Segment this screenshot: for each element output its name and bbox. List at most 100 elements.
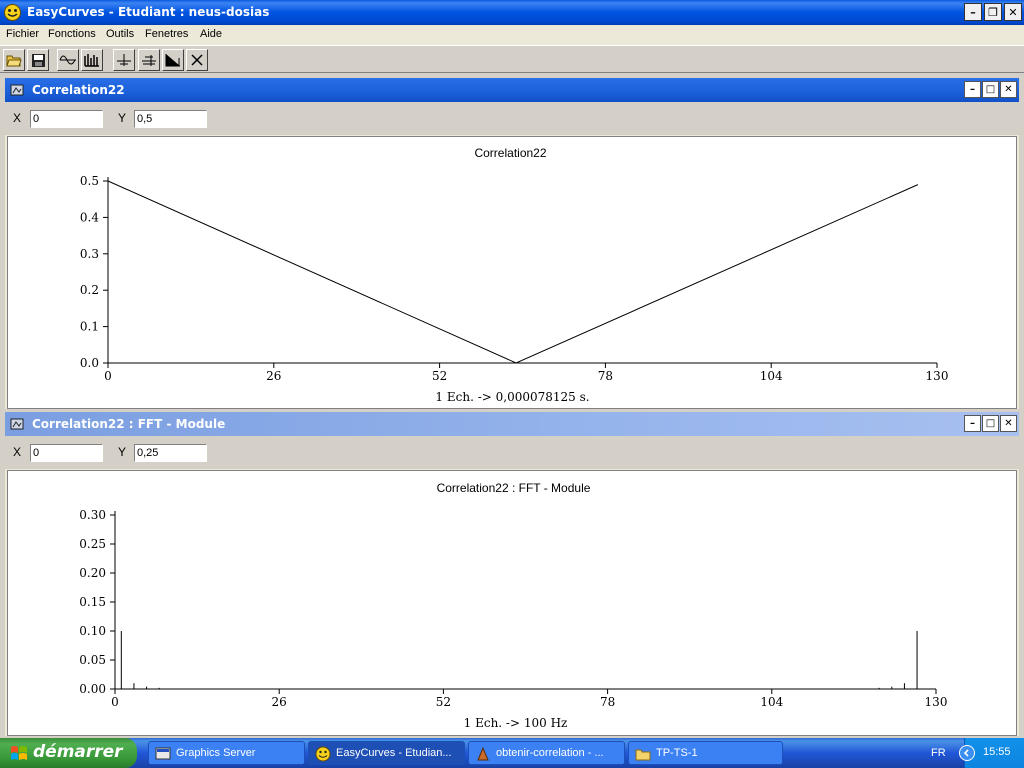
start-button[interactable]: démarrer <box>0 738 137 768</box>
task-easycurves[interactable]: EasyCurves - Etudian... <box>308 741 465 765</box>
cursor2-button[interactable] <box>138 49 160 71</box>
menu-outils[interactable]: Outils <box>106 28 134 40</box>
y-tick-label: 0.0 <box>80 356 99 370</box>
menu-fenetres[interactable]: Fenetres <box>145 28 188 40</box>
window-title: Correlation22 : FFT - Module <box>32 417 226 431</box>
y-input[interactable] <box>134 110 207 128</box>
fft-window-titlebar[interactable]: Correlation22 : FFT - Module – □ ✕ <box>5 412 1019 436</box>
save-button[interactable] <box>27 49 49 71</box>
save-icon <box>31 53 45 67</box>
start-label: démarrer <box>33 742 123 762</box>
easycurves-icon <box>315 746 331 762</box>
taskbar: démarrer Graphics Server EasyCurves - Et… <box>0 738 1024 768</box>
maximize-button[interactable]: □ <box>982 415 999 432</box>
x-tick-label: 130 <box>926 369 949 383</box>
y-tick-label: 0.05 <box>79 653 106 667</box>
app-title: EasyCurves - Etudiant : neus-dosias <box>27 5 270 19</box>
language-indicator[interactable]: FR <box>931 747 946 759</box>
y-tick-label: 0.00 <box>79 682 106 696</box>
task-label: Graphics Server <box>176 747 256 759</box>
task-scilab[interactable]: obtenir-correlation - ... <box>468 741 625 765</box>
x-label: X <box>13 445 22 459</box>
window-icon <box>10 418 24 430</box>
y-tick-label: 0.20 <box>79 566 106 580</box>
close-window-button[interactable] <box>186 49 208 71</box>
chart-title: Correlation22 <box>474 146 546 160</box>
menu-fonctions[interactable]: Fonctions <box>48 28 96 40</box>
app-titlebar: EasyCurves - Etudiant : neus-dosias – ❐ … <box>0 0 1024 25</box>
correlation-chart: Correlation22 0 26 52 78 104 130 0.0 0.1 0.2 0.3 0.… <box>80 146 949 404</box>
y-label: Y <box>118 111 127 125</box>
clock: 15:55 <box>983 746 1011 758</box>
cursor2-icon <box>142 55 156 66</box>
x-input[interactable] <box>30 444 103 462</box>
signal-button[interactable] <box>57 49 79 71</box>
folder-icon <box>635 749 651 761</box>
x-label: X <box>13 111 22 125</box>
chevron-left-icon <box>963 749 969 757</box>
x-tick-label: 0 <box>111 695 119 709</box>
close-button[interactable]: ✕ <box>1004 3 1022 21</box>
fft-plot: Correlation22 : FFT - Module 0 26 52 78 104 13… <box>7 470 1017 736</box>
correlation-plot: Correlation22 0 26 52 78 104 130 0.0 0.1 0.2 0.3 0.… <box>7 136 1017 409</box>
close-icon <box>191 54 203 66</box>
cursor-icon <box>117 54 131 66</box>
comb-icon <box>84 54 99 67</box>
y-tick-label: 0.1 <box>80 320 99 334</box>
y-label: Y <box>118 445 127 459</box>
y-input[interactable] <box>134 444 207 462</box>
menu-bar: Fichier Fonctions Outils Fenetres Aide <box>0 25 1024 45</box>
minimize-button[interactable]: – <box>964 3 982 21</box>
x-tick-label: 0 <box>104 369 112 383</box>
close-button[interactable]: ✕ <box>1000 415 1017 432</box>
toolbar <box>0 45 1024 73</box>
menu-fichier[interactable]: Fichier <box>6 28 39 40</box>
coordinate-bar: X Y <box>5 102 1019 135</box>
x-tick-label: 26 <box>266 369 281 383</box>
window-title: Correlation22 <box>32 83 125 97</box>
x-tick-label: 78 <box>600 695 615 709</box>
open-icon <box>6 55 22 67</box>
x-axis-label: 1 Ech. -> 0,000078125 s. <box>435 390 589 404</box>
show-hidden-icons-button[interactable] <box>959 745 975 761</box>
spectrum-icon <box>165 54 180 67</box>
series-line <box>107 180 919 364</box>
restore-button[interactable]: ❐ <box>984 3 1002 21</box>
y-tick-label: 0.15 <box>79 595 106 609</box>
close-button[interactable]: ✕ <box>1000 81 1017 98</box>
scilab-icon <box>477 746 489 761</box>
spectrum-button[interactable] <box>162 49 184 71</box>
open-button[interactable] <box>3 49 25 71</box>
task-label: obtenir-correlation - ... <box>496 747 604 759</box>
minimize-button[interactable]: – <box>964 415 981 432</box>
maximize-button[interactable]: □ <box>982 81 999 98</box>
y-tick-label: 0.25 <box>79 537 106 551</box>
x-tick-label: 104 <box>760 695 783 709</box>
x-input[interactable] <box>30 110 103 128</box>
menu-aide[interactable]: Aide <box>200 28 222 40</box>
coordinate-bar: X Y <box>5 436 1019 469</box>
task-graphics-server[interactable]: Graphics Server <box>148 741 305 765</box>
y-tick-label: 0.3 <box>80 247 99 261</box>
easycurves-icon <box>4 4 21 21</box>
task-folder[interactable]: TP-TS-1 <box>628 741 783 765</box>
chart-title: Correlation22 : FFT - Module <box>437 481 591 495</box>
comb-button[interactable] <box>81 49 103 71</box>
graphics-server-icon <box>155 747 171 760</box>
x-tick-label: 26 <box>272 695 287 709</box>
fft-window: Correlation22 : FFT - Module – □ ✕ X Y C… <box>5 412 1019 736</box>
windows-logo-icon <box>11 746 27 760</box>
minimize-button[interactable]: – <box>964 81 981 98</box>
window-icon <box>10 84 24 96</box>
x-tick-label: 130 <box>925 695 948 709</box>
cursor-button[interactable] <box>113 49 135 71</box>
x-tick-label: 78 <box>598 369 613 383</box>
task-label: TP-TS-1 <box>656 747 698 759</box>
y-tick-label: 0.30 <box>79 508 106 522</box>
x-tick-label: 52 <box>432 369 447 383</box>
signal-icon <box>59 55 76 65</box>
y-tick-label: 0.10 <box>79 624 106 638</box>
correlation-window-titlebar[interactable]: Correlation22 – □ ✕ <box>5 78 1019 102</box>
x-tick-label: 104 <box>760 369 783 383</box>
y-tick-label: 0.4 <box>80 210 99 224</box>
